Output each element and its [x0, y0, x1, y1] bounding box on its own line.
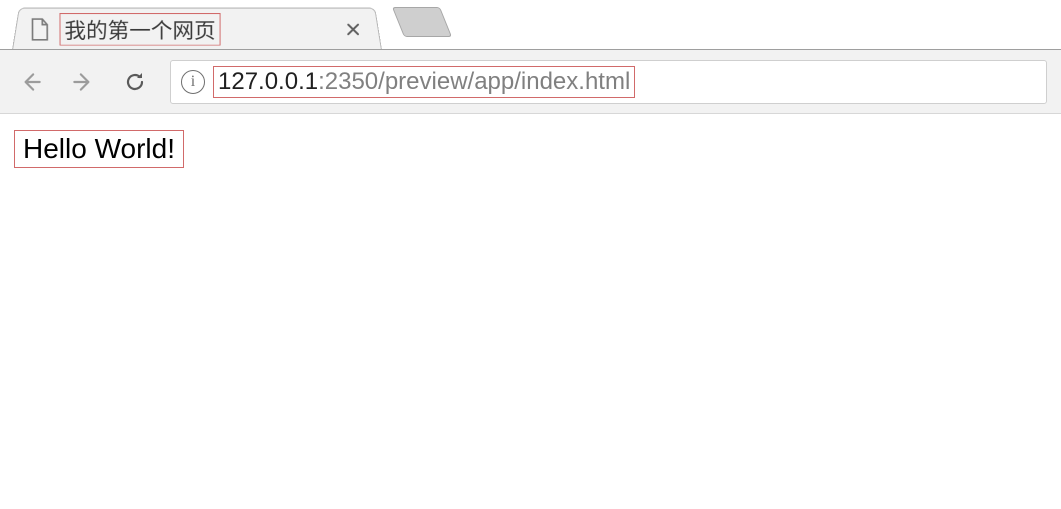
url-text: 127.0.0.1:2350/preview/app/index.html [213, 66, 635, 98]
arrow-left-icon [18, 69, 44, 95]
body-text: Hello World! [14, 130, 184, 168]
page-content: Hello World! [0, 114, 1061, 184]
reload-icon [123, 70, 147, 94]
site-info-button[interactable]: i [181, 70, 205, 94]
close-icon [346, 22, 360, 35]
tab-close-button[interactable] [342, 18, 364, 39]
new-tab-button[interactable] [392, 7, 452, 37]
browser-tab[interactable]: 我的第一个网页 [12, 8, 382, 50]
reload-button[interactable] [118, 65, 152, 99]
forward-button[interactable] [66, 65, 100, 99]
toolbar: i 127.0.0.1:2350/preview/app/index.html [0, 50, 1061, 114]
tab-strip: 我的第一个网页 [0, 0, 1061, 50]
file-icon [30, 17, 50, 40]
tab-title: 我的第一个网页 [60, 13, 221, 46]
url-host: 127.0.0.1 [218, 68, 318, 95]
info-icon: i [191, 74, 195, 90]
tabstrip-divider [0, 49, 1061, 50]
back-button[interactable] [14, 65, 48, 99]
url-path: :2350/preview/app/index.html [318, 68, 630, 95]
address-bar[interactable]: i 127.0.0.1:2350/preview/app/index.html [170, 60, 1047, 104]
arrow-right-icon [70, 69, 96, 95]
